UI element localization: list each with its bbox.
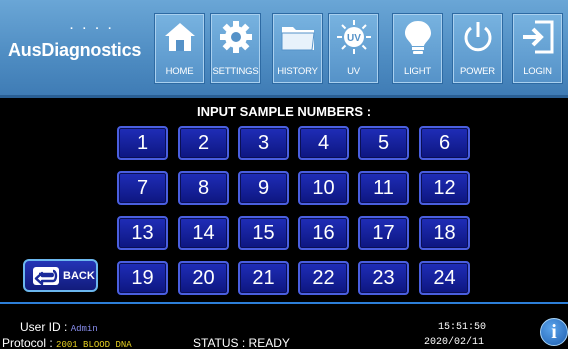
history-label: HISTORY	[277, 66, 318, 77]
back-arrow-icon	[33, 267, 59, 285]
protocol-label: Protocol :	[2, 336, 53, 349]
key-13[interactable]: 13	[117, 216, 168, 250]
power-label: POWER	[460, 66, 495, 77]
key-5[interactable]: 5	[358, 126, 409, 160]
key-9[interactable]: 9	[238, 171, 289, 205]
info-button[interactable]: i	[540, 318, 568, 346]
light-label: LIGHT	[404, 66, 431, 77]
gear-icon	[220, 21, 252, 53]
user-id-value: Admin	[70, 324, 98, 334]
key-6[interactable]: 6	[419, 126, 470, 160]
home-button[interactable]: HOME	[154, 13, 205, 84]
info-icon: i	[551, 321, 557, 343]
uv-icon-text: UV	[347, 33, 361, 44]
key-17[interactable]: 17	[358, 216, 409, 250]
uv-button[interactable]: UV UV	[328, 13, 379, 84]
back-label: BACK	[63, 270, 95, 282]
login-button[interactable]: LOGIN	[512, 13, 563, 84]
key-18[interactable]: 18	[419, 216, 470, 250]
protocol-row: Protocol : 2001 BLOOD DNA	[2, 336, 132, 349]
key-24[interactable]: 24	[419, 261, 470, 295]
key-1[interactable]: 1	[117, 126, 168, 160]
folder-icon	[281, 27, 315, 51]
header-toolbar: · · · · AusDiagnostics HOME SETTINGS HIS…	[0, 0, 568, 98]
home-label: HOME	[165, 66, 194, 77]
key-23[interactable]: 23	[358, 261, 409, 295]
status-text: STATUS : READY	[193, 336, 290, 349]
logo-dots: · · · ·	[70, 23, 115, 35]
key-4[interactable]: 4	[298, 126, 349, 160]
key-12[interactable]: 12	[419, 171, 470, 205]
key-14[interactable]: 14	[178, 216, 229, 250]
key-3[interactable]: 3	[238, 126, 289, 160]
settings-label: SETTINGS	[212, 66, 259, 77]
key-22[interactable]: 22	[298, 261, 349, 295]
brand-logo: · · · · AusDiagnostics	[8, 24, 154, 68]
key-20[interactable]: 20	[178, 261, 229, 295]
user-id-label: User ID :	[20, 320, 68, 334]
uv-label: UV	[347, 66, 360, 77]
key-7[interactable]: 7	[117, 171, 168, 205]
settings-button[interactable]: SETTINGS	[210, 13, 261, 84]
key-21[interactable]: 21	[238, 261, 289, 295]
login-label: LOGIN	[523, 66, 552, 77]
power-button[interactable]: POWER	[452, 13, 503, 84]
power-icon	[464, 22, 492, 52]
key-8[interactable]: 8	[178, 171, 229, 205]
key-2[interactable]: 2	[178, 126, 229, 160]
clock-time: 15:51:50	[438, 322, 487, 333]
uv-sun-icon: UV	[337, 20, 371, 54]
lightbulb-icon	[405, 21, 431, 54]
key-19[interactable]: 19	[117, 261, 168, 295]
back-button[interactable]: BACK	[23, 259, 98, 292]
user-id-row: User ID : Admin	[20, 320, 98, 334]
sample-number-keypad: 1 2 3 4 5 6 7 8 9 10 11 12 13 14 15 16 1…	[117, 126, 471, 296]
key-10[interactable]: 10	[298, 171, 349, 205]
light-button[interactable]: LIGHT	[392, 13, 443, 84]
home-icon	[165, 23, 195, 51]
key-16[interactable]: 16	[298, 216, 349, 250]
logo-text: AusDiagnostics	[8, 40, 142, 60]
key-11[interactable]: 11	[358, 171, 409, 205]
login-icon	[523, 20, 554, 54]
key-15[interactable]: 15	[238, 216, 289, 250]
history-button[interactable]: HISTORY	[272, 13, 323, 84]
clock-date: 2020/02/11	[424, 337, 485, 348]
footer-divider	[0, 302, 568, 304]
protocol-value: 2001 BLOOD DNA	[56, 340, 132, 349]
input-prompt: INPUT SAMPLE NUMBERS :	[196, 104, 372, 119]
